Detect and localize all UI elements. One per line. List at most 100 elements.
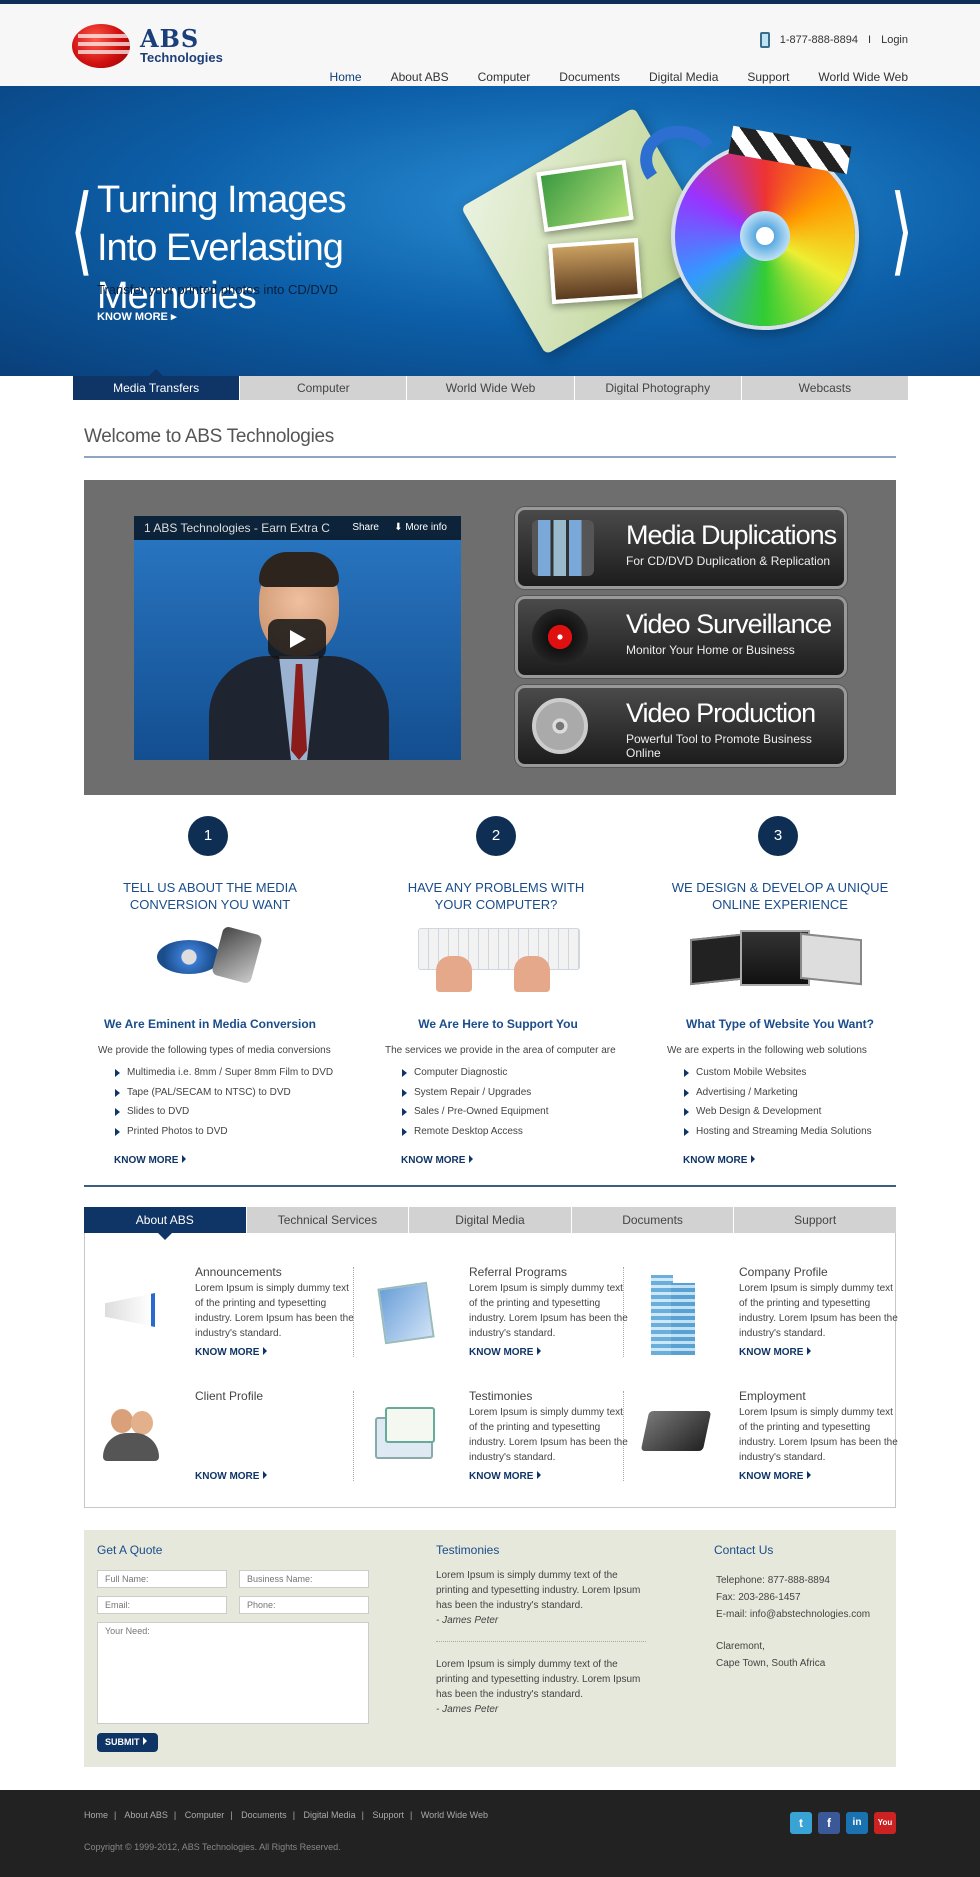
- footer-link-world-wide-web[interactable]: World Wide Web: [421, 1810, 488, 1820]
- hero-know-more-link[interactable]: KNOW MORE ▸: [97, 310, 176, 323]
- copyright: Copyright © 1999-2012, ABS Technologies.…: [84, 1842, 341, 1852]
- linkedin-icon[interactable]: in: [846, 1812, 868, 1834]
- video-production-button[interactable]: Video Production Powerful Tool to Promot…: [515, 685, 847, 767]
- list-item: Remote Desktop Access: [400, 1126, 549, 1146]
- top-phone-number: 1-877-888-8894: [779, 34, 859, 46]
- tab-world-wide-web[interactable]: World Wide Web: [406, 376, 574, 400]
- play-button-icon[interactable]: [268, 619, 326, 659]
- twitter-icon[interactable]: t: [790, 1812, 812, 1834]
- nav-digital-media[interactable]: Digital Media: [649, 70, 718, 84]
- step-3-know-more-link[interactable]: KNOW MORE: [683, 1155, 755, 1166]
- top-divider: I: [868, 34, 872, 46]
- tab-technical-services[interactable]: Technical Services: [245, 1207, 409, 1233]
- email-field[interactable]: [97, 1596, 227, 1614]
- video-surveillance-button[interactable]: Video Surveillance Monitor Your Home or …: [515, 596, 847, 678]
- tab-computer[interactable]: Computer: [239, 376, 407, 400]
- card-employment: Employment Lorem Ipsum is simply dummy t…: [640, 1389, 898, 1499]
- hero-next-arrow-icon[interactable]: ⟩: [890, 183, 913, 279]
- footer-link-support[interactable]: Support: [372, 1810, 404, 1820]
- tab-about-abs[interactable]: About ABS: [84, 1207, 246, 1240]
- nav-world-wide-web[interactable]: World Wide Web: [818, 70, 908, 84]
- video-player[interactable]: 1 ABS Technologies - Earn Extra C Share …: [134, 516, 461, 760]
- left-hand: [436, 956, 472, 992]
- list-item: Advertising / Marketing: [682, 1087, 872, 1107]
- step-2-know-more-link[interactable]: KNOW MORE: [401, 1155, 473, 1166]
- step-3-title: WE DESIGN & DEVELOP A UNIQUE ONLINE EXPER…: [660, 879, 900, 913]
- contact-email[interactable]: E-mail: info@abstechnologies.com: [716, 1606, 870, 1623]
- card-know-more-link[interactable]: KNOW MORE: [195, 1471, 267, 1482]
- step-1-know-more-link[interactable]: KNOW MORE: [114, 1155, 186, 1166]
- section-divider: [84, 1185, 896, 1187]
- tab-digital-photography[interactable]: Digital Photography: [573, 376, 741, 400]
- contact-address-line-2: Cape Town, South Africa: [716, 1658, 826, 1669]
- keyboard-image: [418, 922, 580, 992]
- card-text: Lorem Ipsum is simply dummy text of the …: [739, 1283, 898, 1339]
- mobile-phone-icon: [759, 32, 770, 48]
- card-know-more-link[interactable]: KNOW MORE: [739, 1347, 811, 1358]
- card-know-more-link[interactable]: KNOW MORE: [469, 1347, 541, 1358]
- hero-subtitle: Transfer your printed photos into CD/DVD: [97, 282, 338, 297]
- smartphone-image: [211, 925, 263, 985]
- nav-support[interactable]: Support: [747, 70, 789, 84]
- tab-media-transfers[interactable]: Media Transfers: [73, 369, 240, 400]
- login-link[interactable]: Login: [881, 34, 908, 46]
- tab-digital-media[interactable]: Digital Media: [408, 1207, 571, 1233]
- full-name-field[interactable]: [97, 1570, 227, 1588]
- youtube-icon[interactable]: You: [874, 1812, 896, 1834]
- testimony-text: Lorem Ipsum is simply dummy text of the …: [436, 1659, 641, 1700]
- column-divider: [353, 1391, 354, 1481]
- tab-documents[interactable]: Documents: [570, 1207, 734, 1233]
- footer-link-home[interactable]: Home: [84, 1810, 108, 1820]
- step-number-1: 1: [188, 816, 228, 856]
- step-number-2: 2: [476, 816, 516, 856]
- submit-button[interactable]: SUBMIT: [97, 1733, 158, 1752]
- list-item: System Repair / Upgrades: [400, 1087, 549, 1107]
- footer-link-digital-media[interactable]: Digital Media: [304, 1810, 356, 1820]
- tab-support[interactable]: Support: [733, 1207, 896, 1233]
- testimony-1: Lorem Ipsum is simply dummy text of the …: [436, 1568, 646, 1628]
- business-name-field[interactable]: [239, 1570, 369, 1588]
- megaphone-icon: [97, 1275, 167, 1345]
- video-share-button[interactable]: Share: [352, 516, 379, 540]
- footer-link-computer[interactable]: Computer: [185, 1810, 225, 1820]
- list-item: Printed Photos to DVD: [113, 1126, 333, 1146]
- footer-separator: |: [173, 1810, 177, 1820]
- office-building-icon: [641, 1275, 711, 1355]
- media-duplications-button[interactable]: Media Duplications For CD/DVD Duplicatio…: [515, 507, 847, 589]
- get-a-quote-heading: Get A Quote: [97, 1543, 163, 1557]
- site-header: ABS Technologies 1-877-888-8894 I Login …: [0, 4, 980, 95]
- card-text: Lorem Ipsum is simply dummy text of the …: [469, 1407, 628, 1463]
- nav-documents[interactable]: Documents: [559, 70, 620, 84]
- step-1-title: TELL US ABOUT THE MEDIA CONVERSION YOU WA…: [90, 879, 330, 913]
- abs-logo[interactable]: ABS Technologies: [72, 24, 232, 74]
- id-card-front: [385, 1407, 435, 1443]
- card-title: Client Profile: [195, 1389, 264, 1403]
- hero-title-line-1: Turning Images: [97, 179, 347, 221]
- tab-webcasts[interactable]: Webcasts: [740, 376, 909, 400]
- card-title: Testimonies: [469, 1389, 533, 1403]
- footer-link-documents[interactable]: Documents: [241, 1810, 287, 1820]
- step-3-list: Custom Mobile Websites Advertising / Mar…: [682, 1067, 872, 1145]
- logo-tech-text: Technologies: [140, 50, 223, 65]
- card-know-more-link[interactable]: KNOW MORE: [195, 1347, 267, 1358]
- promo-subtitle: Powerful Tool to Promote Business Online: [626, 732, 812, 760]
- your-need-field[interactable]: [97, 1622, 369, 1724]
- caret-right-icon: ▸: [170, 311, 177, 323]
- card-know-more-link[interactable]: KNOW MORE: [739, 1471, 811, 1482]
- user-head-2: [131, 1411, 153, 1435]
- nav-about[interactable]: About ABS: [391, 70, 449, 84]
- user-head-1: [111, 1409, 133, 1433]
- phone-field[interactable]: [239, 1596, 369, 1614]
- promo-title: Video Production: [626, 698, 816, 728]
- hero-prev-arrow-icon[interactable]: ⟨: [70, 183, 93, 279]
- presenter-hair: [259, 552, 339, 587]
- social-icons: t f in You: [790, 1812, 896, 1834]
- video-more-info-button[interactable]: ⬇ More info: [394, 516, 447, 540]
- card-know-more-link[interactable]: KNOW MORE: [469, 1471, 541, 1482]
- facebook-icon[interactable]: f: [818, 1812, 840, 1834]
- nav-computer[interactable]: Computer: [478, 70, 531, 84]
- step-3-title-line-1: WE DESIGN & DEVELOP A UNIQUE: [671, 880, 889, 895]
- site-footer: Home | About ABS | Computer | Documents | Di…: [0, 1790, 980, 1877]
- nav-home[interactable]: Home: [330, 70, 362, 95]
- footer-link-about[interactable]: About ABS: [124, 1810, 168, 1820]
